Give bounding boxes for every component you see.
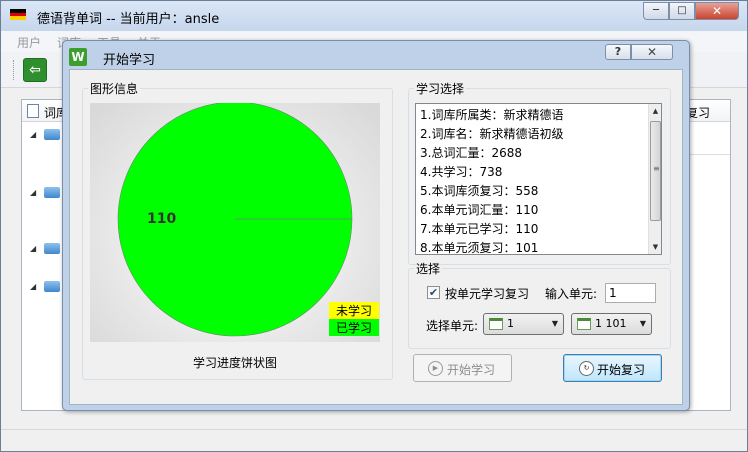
maximize-button[interactable]: □: [669, 2, 695, 20]
pie-data-label: 110: [147, 211, 176, 227]
folder-icon: [44, 281, 60, 292]
expand-arrow-icon[interactable]: ◢: [30, 244, 36, 253]
close-button[interactable]: ✕: [695, 2, 739, 20]
info-line: 8.本单元须复习：101: [420, 241, 539, 255]
folder-icon: [44, 129, 60, 140]
input-unit-label: 输入单元:: [545, 287, 598, 301]
folder-icon: [44, 187, 60, 198]
main-window-title: 德语背单词 -- 当前用户：ansle: [37, 12, 220, 27]
chevron-down-icon: ▼: [639, 319, 646, 328]
unit-select[interactable]: 1 ▼: [483, 313, 564, 335]
pie-chart: 110 未学习已学习: [90, 101, 380, 342]
folder-icon: [44, 243, 60, 254]
info-line: 1.词库所属类：新求精德语: [420, 108, 564, 122]
info-line: 6.本单元词汇量：110: [420, 203, 539, 217]
study-info-group-label: 学习选择: [416, 82, 465, 96]
expand-arrow-icon[interactable]: ◢: [30, 188, 36, 197]
scroll-down-arrow-icon[interactable]: ▼: [649, 240, 661, 254]
expand-arrow-icon[interactable]: ◢: [30, 130, 36, 139]
unit-range-select[interactable]: 1 101 ▼: [571, 313, 652, 335]
dialog-close-button[interactable]: ✕: [631, 44, 673, 60]
menu-user[interactable]: 用户: [17, 34, 41, 51]
start-study-button[interactable]: ▶ 开始学习: [413, 354, 512, 382]
start-study-dialog: W 开始学习 ? ✕ 图形信息 110 未学习已学习 学习进度饼状图 学习选择 1…: [62, 40, 690, 411]
unit-input[interactable]: [605, 283, 656, 303]
start-review-label: 开始复习: [597, 363, 646, 377]
dialog-body: 图形信息 110 未学习已学习 学习进度饼状图 学习选择 1.词库所属类：新求精德…: [69, 69, 683, 405]
selection-group-label: 选择: [416, 262, 441, 276]
main-titlebar: 德语背单词 -- 当前用户：ansle ─ □ ✕: [1, 1, 747, 31]
legend-label: 已学习: [336, 320, 372, 335]
status-bar: [1, 429, 747, 451]
app-logo-icon: W: [69, 48, 87, 66]
chevron-down-icon: ▼: [551, 319, 558, 328]
info-line: 4.共学习：738: [420, 165, 503, 179]
select-unit-label: 选择单元:: [426, 319, 479, 333]
start-study-label: 开始学习: [447, 363, 496, 377]
play-icon: ▶: [428, 361, 443, 376]
pie-chart-svg: 110 未学习已学习: [117, 101, 379, 337]
chart-group-label: 图形信息: [90, 82, 139, 96]
exit-arrow-icon[interactable]: ⇦: [23, 58, 47, 82]
study-info-list[interactable]: 1.词库所属类：新求精德语 2.词库名：新求精德语初级 3.总词汇量：2688 …: [415, 103, 662, 255]
info-line: 7.本单元已学习：110: [420, 222, 539, 236]
document-icon: [27, 104, 39, 118]
review-by-unit-label[interactable]: 按单元学习复习: [445, 285, 529, 302]
legend-label: 未学习: [336, 303, 372, 318]
unit-select-value: 1: [507, 317, 514, 330]
minimize-button[interactable]: ─: [643, 2, 669, 20]
info-line: 3.总词汇量：2688: [420, 146, 522, 160]
grip-icon: ≡: [653, 164, 660, 173]
dialog-titlebar: W 开始学习 ? ✕: [63, 41, 689, 69]
help-button[interactable]: ?: [605, 44, 631, 60]
dialog-title: 开始学习: [103, 53, 156, 68]
review-clock-icon: ↻: [579, 361, 594, 376]
chart-caption: 学习进度饼状图: [192, 356, 277, 370]
unit-range-select-value: 1 101: [595, 317, 627, 330]
selection-group: 选择: [408, 260, 671, 349]
start-review-button[interactable]: ↻ 开始复习: [563, 354, 662, 382]
scrollbar-thumb[interactable]: ≡: [650, 121, 661, 221]
german-flag-icon: [10, 9, 26, 21]
scroll-up-arrow-icon[interactable]: ▲: [649, 104, 661, 118]
info-line: 5.本词库须复习：558: [420, 184, 539, 198]
toolbar-grip: [13, 60, 15, 80]
calendar-icon: [577, 318, 591, 330]
review-by-unit-checkbox[interactable]: ✔: [427, 286, 440, 299]
expand-arrow-icon[interactable]: ◢: [30, 282, 36, 291]
calendar-icon: [489, 318, 503, 330]
info-line: 2.词库名：新求精德语初级: [420, 127, 564, 141]
vertical-scrollbar[interactable]: ▲ ≡ ▼: [648, 104, 661, 254]
